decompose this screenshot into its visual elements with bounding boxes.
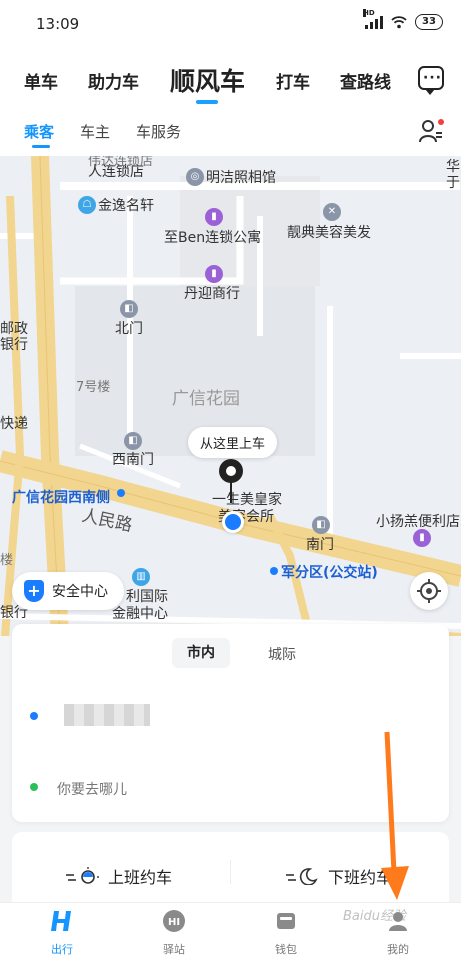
poi-store-0[interactable]: 伟达连锁店: [88, 156, 153, 169]
status-bar: 13:09 HD 33: [0, 0, 461, 50]
wallet-icon: [277, 913, 295, 929]
pickup-pin-icon[interactable]: [219, 459, 243, 483]
to-work-button[interactable]: 上班约车: [66, 864, 172, 888]
watermark: Baidu经验: [343, 909, 406, 924]
tab-mine-label: 我的: [387, 943, 409, 956]
tab-intercity[interactable]: 城际: [268, 644, 296, 664]
origin-dot-icon: [30, 712, 38, 720]
poi-bus-stop-military[interactable]: 军分区(公交站): [281, 562, 378, 582]
gate-poi-icon: ◧: [120, 300, 138, 318]
poi-photo-studio[interactable]: 明洁照相馆: [206, 167, 276, 187]
poi-salon[interactable]: 靓典美容美发: [287, 222, 371, 242]
destination-dot-icon: [30, 783, 38, 791]
poi-jinyi[interactable]: 金逸名轩: [98, 195, 154, 215]
off-work-button[interactable]: 下班约车: [286, 864, 392, 888]
gate-poi-icon-3: ◧: [312, 516, 330, 534]
safety-center-button[interactable]: + 安全中心: [12, 572, 124, 610]
tab-station[interactable]: HI 驿站: [144, 909, 204, 957]
poi-building-7[interactable]: 7号楼: [76, 376, 110, 395]
pickup-pin-stem: [230, 481, 232, 503]
moon-icon: [286, 868, 318, 885]
bus-stop-dot: [117, 489, 125, 497]
tab-bike[interactable]: 单车: [24, 68, 58, 93]
tab-travel[interactable]: 出行: [32, 909, 92, 957]
sub-nav: 乘客 车主 车服务: [0, 106, 461, 156]
poi-apartment[interactable]: 至Ben连锁公寓: [164, 227, 261, 247]
top-nav: 单车 助力车 顺风车 打车 查路线: [0, 50, 461, 106]
tab-car-service[interactable]: 车服务: [136, 121, 181, 142]
tab-route[interactable]: 查路线: [340, 68, 391, 93]
shield-plus-icon: +: [24, 580, 44, 602]
status-time: 13:09: [36, 15, 80, 33]
commute-divider: [230, 860, 231, 884]
tab-driver[interactable]: 车主: [80, 121, 110, 142]
beauty-poi-icon: ✕: [323, 203, 341, 221]
active-tab-indicator: [196, 100, 218, 104]
poi-building[interactable]: 楼: [0, 549, 13, 568]
poi-south-gate[interactable]: 南门: [306, 534, 334, 554]
bus-stop-dot-2: [270, 567, 278, 575]
safety-center-label: 安全中心: [52, 584, 108, 600]
tab-station-label: 驿站: [163, 943, 185, 956]
locate-icon: [417, 579, 441, 603]
poi-north-gate[interactable]: 北门: [115, 318, 143, 338]
off-work-label: 下班约车: [328, 868, 393, 887]
svg-text:HI: HI: [168, 917, 180, 928]
to-work-label: 上班约车: [108, 868, 173, 887]
tab-wallet[interactable]: 钱包: [256, 909, 316, 957]
hd-label: HD: [363, 9, 375, 17]
tab-carpool[interactable]: 顺风车: [170, 62, 245, 98]
poi-southwest-gate[interactable]: 西南门: [112, 449, 154, 469]
tab-ebike[interactable]: 助力车: [88, 68, 139, 93]
hotel-poi-icon: ☖: [78, 196, 96, 214]
person-settings-icon[interactable]: [418, 118, 444, 144]
shop-poi-icon-2: ▮: [205, 265, 223, 283]
origin-field[interactable]: [64, 704, 150, 726]
camera-poi-icon: ◎: [186, 168, 204, 186]
poi-convenience[interactable]: 小扬羔便利店: [376, 511, 460, 531]
gate-poi-icon-2: ◧: [124, 432, 142, 450]
poi-guangxin-garden[interactable]: 广信花园: [172, 384, 240, 409]
hi-icon: HI: [163, 910, 185, 932]
poi-danying[interactable]: 丹迎商行: [184, 283, 240, 303]
destination-input[interactable]: 你要去哪儿: [57, 779, 127, 799]
tab-passenger[interactable]: 乘客: [24, 121, 54, 142]
current-location-icon: [222, 511, 244, 533]
sub-tab-indicator: [32, 145, 50, 148]
city-scope-switch: 市内 城际: [172, 638, 332, 668]
wifi-icon: [391, 16, 407, 29]
tab-in-city[interactable]: 市内: [172, 638, 230, 668]
tab-travel-label: 出行: [51, 943, 73, 956]
poi-bank[interactable]: 银行: [0, 334, 28, 354]
commute-card: 上班约车 下班约车: [12, 832, 449, 912]
tab-wallet-label: 钱包: [275, 943, 297, 956]
pickup-bubble[interactable]: 从这里上车: [188, 427, 278, 458]
poi-finance-2[interactable]: 金融中心: [112, 603, 168, 623]
route-card: 市内 城际 你要去哪儿: [12, 624, 449, 822]
battery-indicator: 33: [415, 14, 443, 30]
h-logo-icon: [51, 911, 71, 931]
poi-express[interactable]: 快递: [0, 413, 28, 433]
poi-edge-2[interactable]: 于: [446, 172, 460, 192]
map-view[interactable]: 人连锁店 伟达连锁店 ◎ 明洁照相馆 ☖ 金逸名轩 ▮ 至Ben连锁公寓 ✕ 靓…: [0, 156, 461, 636]
chat-icon[interactable]: ···: [418, 66, 444, 95]
sunrise-icon: [66, 867, 99, 884]
tab-taxi[interactable]: 打车: [276, 68, 310, 93]
status-icons: HD 33: [363, 9, 443, 30]
signal-icon: HD: [363, 9, 383, 29]
shop-poi-icon: ▮: [205, 208, 223, 226]
locate-button[interactable]: [410, 572, 448, 610]
building-poi-icon: ▥: [132, 568, 150, 586]
shop-poi-icon-3: ▮: [413, 529, 431, 547]
